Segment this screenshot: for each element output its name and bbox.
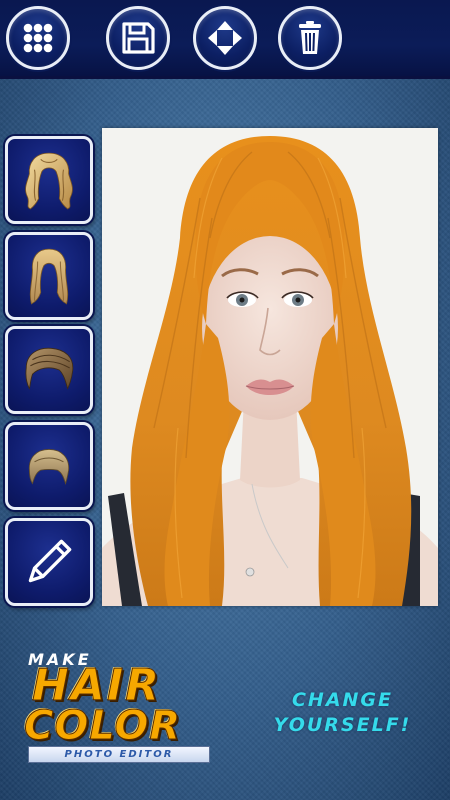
trash-icon	[299, 21, 321, 54]
short-swept-hair-icon	[25, 347, 74, 390]
grid-dots-icon	[23, 23, 53, 53]
app-logo: MAKE HAIR COLOR PHOTO EDITOR	[22, 650, 217, 770]
long-straight-hair-icon	[29, 248, 69, 305]
logo-hair-text: HAIR	[31, 660, 162, 711]
hairstyle-button-long-straight[interactable]	[5, 232, 93, 320]
long-wavy-hair-icon	[25, 152, 73, 210]
move-button[interactable]	[193, 6, 257, 70]
menu-button[interactable]	[6, 6, 70, 70]
move-arrows-icon	[208, 21, 242, 55]
portrait-photo	[102, 128, 438, 606]
hairstyle-button-long-wavy[interactable]	[5, 136, 93, 224]
logo-color-text: COLOR	[23, 703, 182, 749]
draw-button[interactable]	[5, 518, 93, 606]
top-toolbar	[0, 0, 450, 79]
hairstyle-button-short-crop[interactable]	[5, 422, 93, 510]
delete-button[interactable]	[278, 6, 342, 70]
logo-subtitle: PHOTO EDITOR	[28, 746, 210, 763]
tagline-line1: CHANGE	[291, 689, 394, 711]
hairstyle-button-short-swept[interactable]	[5, 326, 93, 414]
photo-canvas[interactable]	[102, 128, 438, 606]
floppy-disk-icon	[122, 22, 155, 54]
tagline-line2: YOURSELF!	[273, 714, 412, 736]
short-crop-hair-icon	[28, 449, 70, 485]
save-button[interactable]	[106, 6, 170, 70]
tagline: CHANGE YOURSELF!	[240, 688, 445, 738]
pencil-icon	[28, 539, 72, 583]
